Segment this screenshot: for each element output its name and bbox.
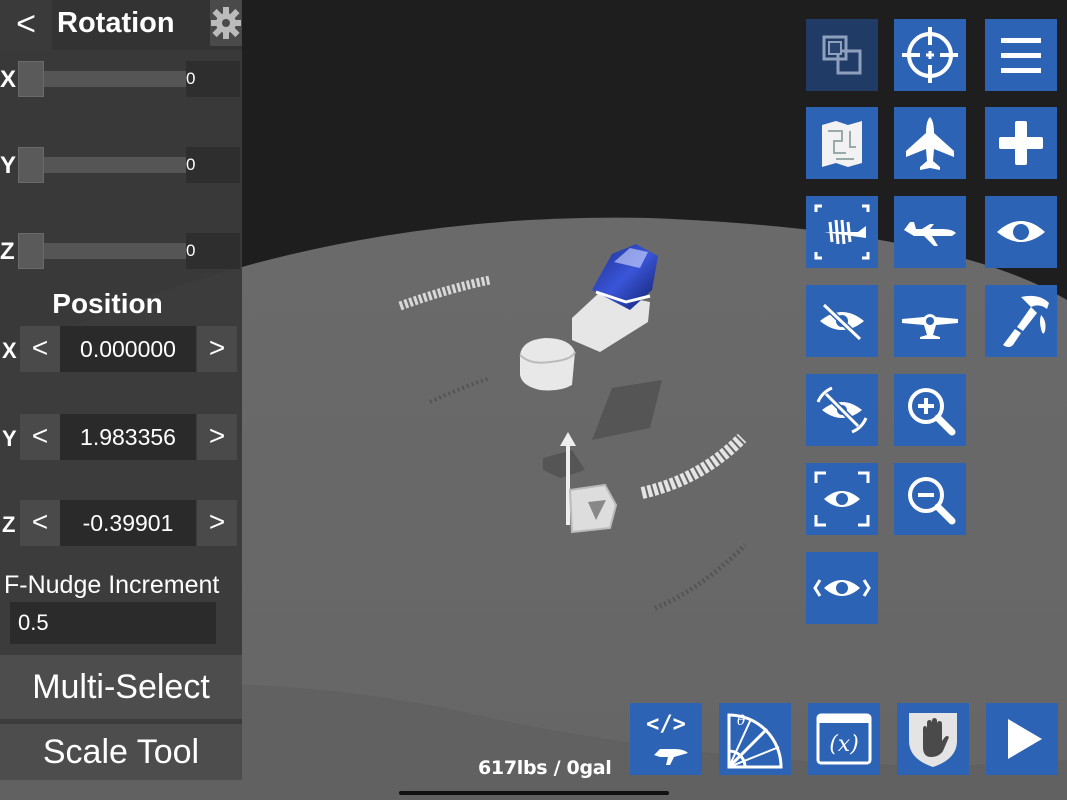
plane-front-icon[interactable] — [894, 285, 966, 357]
scale-tool-button[interactable]: Scale Tool — [0, 724, 242, 780]
rotation-y-value[interactable]: 0 — [186, 147, 240, 183]
gear-icon[interactable] — [210, 0, 242, 46]
position-x-increment-button[interactable]: > — [197, 326, 237, 372]
position-x-decrement-button[interactable]: < — [20, 326, 60, 372]
rotation-z-slider-thumb[interactable] — [18, 233, 44, 269]
code-plane-icon[interactable]: </> — [630, 703, 702, 775]
multi-select-button[interactable]: Multi-Select — [0, 655, 242, 719]
position-title: Position — [52, 288, 163, 319]
menu-icon[interactable] — [985, 19, 1057, 91]
variables-icon[interactable]: (x) — [808, 703, 880, 775]
position-z-increment-button[interactable]: > — [197, 500, 237, 546]
hide-icon[interactable] — [806, 285, 878, 357]
zoom-in-icon[interactable] — [894, 374, 966, 446]
blueprint-icon[interactable] — [806, 107, 878, 179]
position-x-field[interactable]: 0.000000 — [60, 326, 196, 372]
position-y-decrement-button[interactable]: < — [20, 414, 60, 460]
position-y-label: Y — [2, 426, 17, 451]
rotation-x-value[interactable]: 0 — [186, 61, 240, 97]
aircraft-icon[interactable] — [894, 107, 966, 179]
angle-protractor-icon[interactable]: θ — [719, 703, 791, 775]
hide-rotate-icon[interactable] — [806, 374, 878, 446]
rotation-y-row: Y 0 — [0, 142, 242, 228]
symmetry-icon[interactable] — [806, 19, 878, 91]
position-y-increment-button[interactable]: > — [197, 414, 237, 460]
position-x-label: X — [2, 338, 17, 363]
nudge-increment-input[interactable]: 0.5 — [10, 602, 216, 644]
focus-eye-icon[interactable] — [806, 463, 878, 535]
variables-label: (x) — [829, 732, 859, 757]
rotation-y-slider-thumb[interactable] — [18, 147, 44, 183]
add-part-icon[interactable] — [985, 107, 1057, 179]
position-z-field[interactable]: -0.39901 — [60, 500, 196, 546]
zoom-out-icon[interactable] — [894, 463, 966, 535]
panel-header: < Rotation — [0, 0, 242, 50]
rotation-x-slider-thumb[interactable] — [18, 61, 44, 97]
nudge-increment-label: F-Nudge Increment — [4, 571, 220, 599]
position-y-field[interactable]: 1.983356 — [60, 414, 196, 460]
aircraft-part-block — [519, 338, 576, 391]
rotation-x-label: X — [0, 66, 17, 93]
properties-panel: < Rotation X 0 Y 0 Z 0 Position X < 0.00… — [0, 0, 242, 780]
svg-text:</>: </> — [646, 712, 686, 737]
svg-text:θ: θ — [737, 713, 746, 729]
rotation-y-label: Y — [0, 152, 17, 179]
paint-icon[interactable] — [985, 285, 1057, 357]
xray-fishbone-icon[interactable] — [806, 196, 878, 268]
rotation-z-value[interactable]: 0 — [186, 233, 240, 269]
eye-icon[interactable] — [985, 196, 1057, 268]
rotation-title: Rotation — [57, 7, 175, 39]
back-button[interactable]: < — [0, 0, 52, 50]
plane-side-icon[interactable] — [894, 196, 966, 268]
view-eye-icon[interactable] — [806, 552, 878, 624]
position-z-decrement-button[interactable]: < — [20, 500, 60, 546]
play-icon[interactable] — [986, 703, 1058, 775]
position-z-label: Z — [2, 512, 16, 537]
rotation-z-label: Z — [0, 238, 15, 265]
weight-fuel-readout: 617lbs / 0gal — [478, 757, 612, 779]
hand-shield-icon[interactable] — [897, 703, 969, 775]
rotation-x-row: X 0 — [0, 56, 242, 142]
home-indicator[interactable] — [399, 791, 669, 795]
center-target-icon[interactable] — [894, 19, 966, 91]
